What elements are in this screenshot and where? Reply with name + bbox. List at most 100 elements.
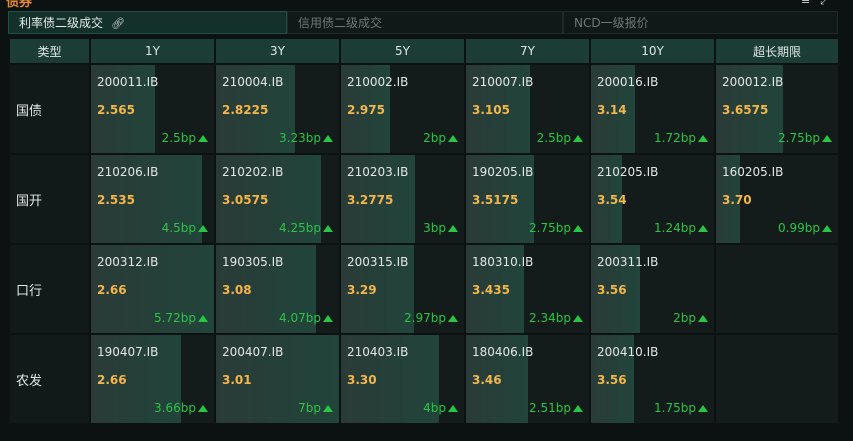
bond-code: 200012.IB xyxy=(722,75,784,89)
bond-cell[interactable]: 210002.IB 2.975 2bp xyxy=(339,63,466,155)
bond-cell[interactable]: 200315.IB 3.29 2.97bp xyxy=(339,243,466,335)
row-type-label: 国债 xyxy=(8,63,91,155)
bond-cell[interactable]: 200311.IB 3.56 2bp xyxy=(589,243,716,335)
yield-change: 2.75bp xyxy=(529,221,583,235)
yield-change-value: 2.75bp xyxy=(529,221,571,235)
bond-cell[interactable]: 200410.IB 3.56 1.75bp xyxy=(589,333,716,425)
bond-yield: 3.435 xyxy=(472,283,510,297)
yield-change: 2bp xyxy=(423,131,458,145)
yield-change: 2.97bp xyxy=(404,311,458,325)
bond-cell[interactable]: 210203.IB 3.2775 3bp xyxy=(339,153,466,245)
up-arrow-icon xyxy=(698,315,708,322)
bond-yield: 3.2775 xyxy=(347,193,394,207)
bond-code: 210202.IB xyxy=(222,165,284,179)
bond-yield: 3.30 xyxy=(347,373,377,387)
yield-change-value: 4bp xyxy=(423,401,446,415)
bond-cell[interactable]: 210206.IB 2.535 4.5bp xyxy=(89,153,216,245)
bond-code: 200407.IB xyxy=(222,345,284,359)
bond-cell[interactable]: 200312.IB 2.66 5.72bp xyxy=(89,243,216,335)
bond-cell[interactable]: 180406.IB 3.46 2.51bp xyxy=(464,333,591,425)
column-header-type[interactable]: 类型 xyxy=(8,37,91,65)
bond-cell[interactable]: 200016.IB 3.14 1.72bp xyxy=(589,63,716,155)
bond-cell[interactable]: 210202.IB 3.0575 4.25bp xyxy=(214,153,341,245)
bond-code: 190205.IB xyxy=(472,165,534,179)
up-arrow-icon xyxy=(198,315,208,322)
up-arrow-icon xyxy=(323,225,333,232)
bond-yield: 3.54 xyxy=(597,193,627,207)
table-row: 国开 210206.IB 2.535 4.5bp 210202.IB 3.0575 4.25… xyxy=(8,153,840,245)
yield-change: 3.66bp xyxy=(154,401,208,415)
bond-cell[interactable]: 200011.IB 2.565 2.5bp xyxy=(89,63,216,155)
bond-code: 190305.IB xyxy=(222,255,284,269)
yield-change: 3.23bp xyxy=(279,131,333,145)
bond-yield: 3.14 xyxy=(597,103,627,117)
bond-cell[interactable]: 210004.IB 2.8225 3.23bp xyxy=(214,63,341,155)
tab-credit-bond-secondary[interactable]: 信用债二级成交 xyxy=(287,11,563,34)
up-arrow-icon xyxy=(198,405,208,412)
bond-cell[interactable]: 210403.IB 3.30 4bp xyxy=(339,333,466,425)
bond-cell[interactable]: 190205.IB 3.5175 2.75bp xyxy=(464,153,591,245)
yield-change: 4.5bp xyxy=(162,221,208,235)
menu-icon[interactable]: ≡ xyxy=(801,0,820,7)
bond-yield: 2.975 xyxy=(347,103,385,117)
yield-change: 4.07bp xyxy=(279,311,333,325)
bond-cell[interactable]: 210007.IB 3.105 2.5bp xyxy=(464,63,591,155)
yield-change-value: 2.5bp xyxy=(161,131,196,145)
column-header-7y[interactable]: 7Y xyxy=(464,37,591,65)
bond-cell[interactable]: 190407.IB 2.66 3.66bp xyxy=(89,333,216,425)
tab-ncd-primary-quote[interactable]: NCD一级报价 xyxy=(563,11,838,34)
bond-cell[interactable]: 160205.IB 3.70 0.99bp xyxy=(714,153,840,245)
bond-code: 210205.IB xyxy=(597,165,659,179)
bond-code: 210007.IB xyxy=(472,75,534,89)
tab-label: NCD一级报价 xyxy=(574,16,649,30)
yield-change: 4.25bp xyxy=(279,221,333,235)
link-icon[interactable]: 🔗︎ xyxy=(111,12,125,35)
up-arrow-icon xyxy=(323,315,333,322)
column-header-5y[interactable]: 5Y xyxy=(339,37,466,65)
bond-cell[interactable]: 210205.IB 3.54 1.24bp xyxy=(589,153,716,245)
bond-code: 210002.IB xyxy=(347,75,409,89)
yield-change-value: 3bp xyxy=(423,221,446,235)
column-header-3y[interactable]: 3Y xyxy=(214,37,341,65)
yield-change-value: 4.07bp xyxy=(279,311,321,325)
table-header-row: 类型 1Y 3Y 5Y 7Y 10Y 超长期限 xyxy=(8,37,840,65)
yield-change-value: 1.72bp xyxy=(654,131,696,145)
table-row: 农发 190407.IB 2.66 3.66bp 200407.IB 3.01 7bp 210… xyxy=(8,333,840,425)
up-arrow-icon xyxy=(198,135,208,142)
column-header-1y[interactable]: 1Y xyxy=(89,37,216,65)
bond-yield: 3.08 xyxy=(222,283,252,297)
tab-rate-bond-secondary[interactable]: 利率债二级成交 🔗︎ xyxy=(8,11,287,34)
bond-cell[interactable]: 200012.IB 3.6575 2.75bp xyxy=(714,63,840,155)
tab-bar: 利率债二级成交 🔗︎ 信用债二级成交 NCD一级报价 xyxy=(8,11,838,34)
up-arrow-icon xyxy=(323,405,333,412)
column-header-10y[interactable]: 10Y xyxy=(589,37,716,65)
column-header-ultra-long[interactable]: 超长期限 xyxy=(714,37,840,65)
bond-cell xyxy=(714,243,840,335)
yield-change-value: 1.75bp xyxy=(654,401,696,415)
yield-change-value: 2bp xyxy=(423,131,446,145)
yield-change: 0.99bp xyxy=(778,221,832,235)
up-arrow-icon xyxy=(198,225,208,232)
table-row: 国债 200011.IB 2.565 2.5bp 210004.IB 2.8225 3.23… xyxy=(8,63,840,155)
bond-yield-table: 类型 1Y 3Y 5Y 7Y 10Y 超长期限 国债 200011.IB 2.565… xyxy=(8,37,840,425)
panel-title: 债券 xyxy=(6,0,33,10)
panel-toolbar: ≡⤢ xyxy=(801,0,839,8)
up-arrow-icon xyxy=(822,135,832,142)
yield-change-value: 2.34bp xyxy=(529,311,571,325)
bond-cell[interactable]: 180310.IB 3.435 2.34bp xyxy=(464,243,591,335)
expand-icon[interactable]: ⤢ xyxy=(820,0,839,7)
bond-code: 200410.IB xyxy=(597,345,659,359)
bond-cell xyxy=(714,333,840,425)
up-arrow-icon xyxy=(698,405,708,412)
bond-code: 210203.IB xyxy=(347,165,409,179)
yield-change: 7bp xyxy=(298,401,333,415)
bond-code: 200312.IB xyxy=(97,255,159,269)
bond-yield: 3.70 xyxy=(722,193,752,207)
bond-code: 200016.IB xyxy=(597,75,659,89)
up-arrow-icon xyxy=(822,225,832,232)
bond-cell[interactable]: 200407.IB 3.01 7bp xyxy=(214,333,341,425)
row-type-label: 国开 xyxy=(8,153,91,245)
yield-change: 2.51bp xyxy=(529,401,583,415)
bond-cell[interactable]: 190305.IB 3.08 4.07bp xyxy=(214,243,341,335)
yield-change: 2.75bp xyxy=(778,131,832,145)
